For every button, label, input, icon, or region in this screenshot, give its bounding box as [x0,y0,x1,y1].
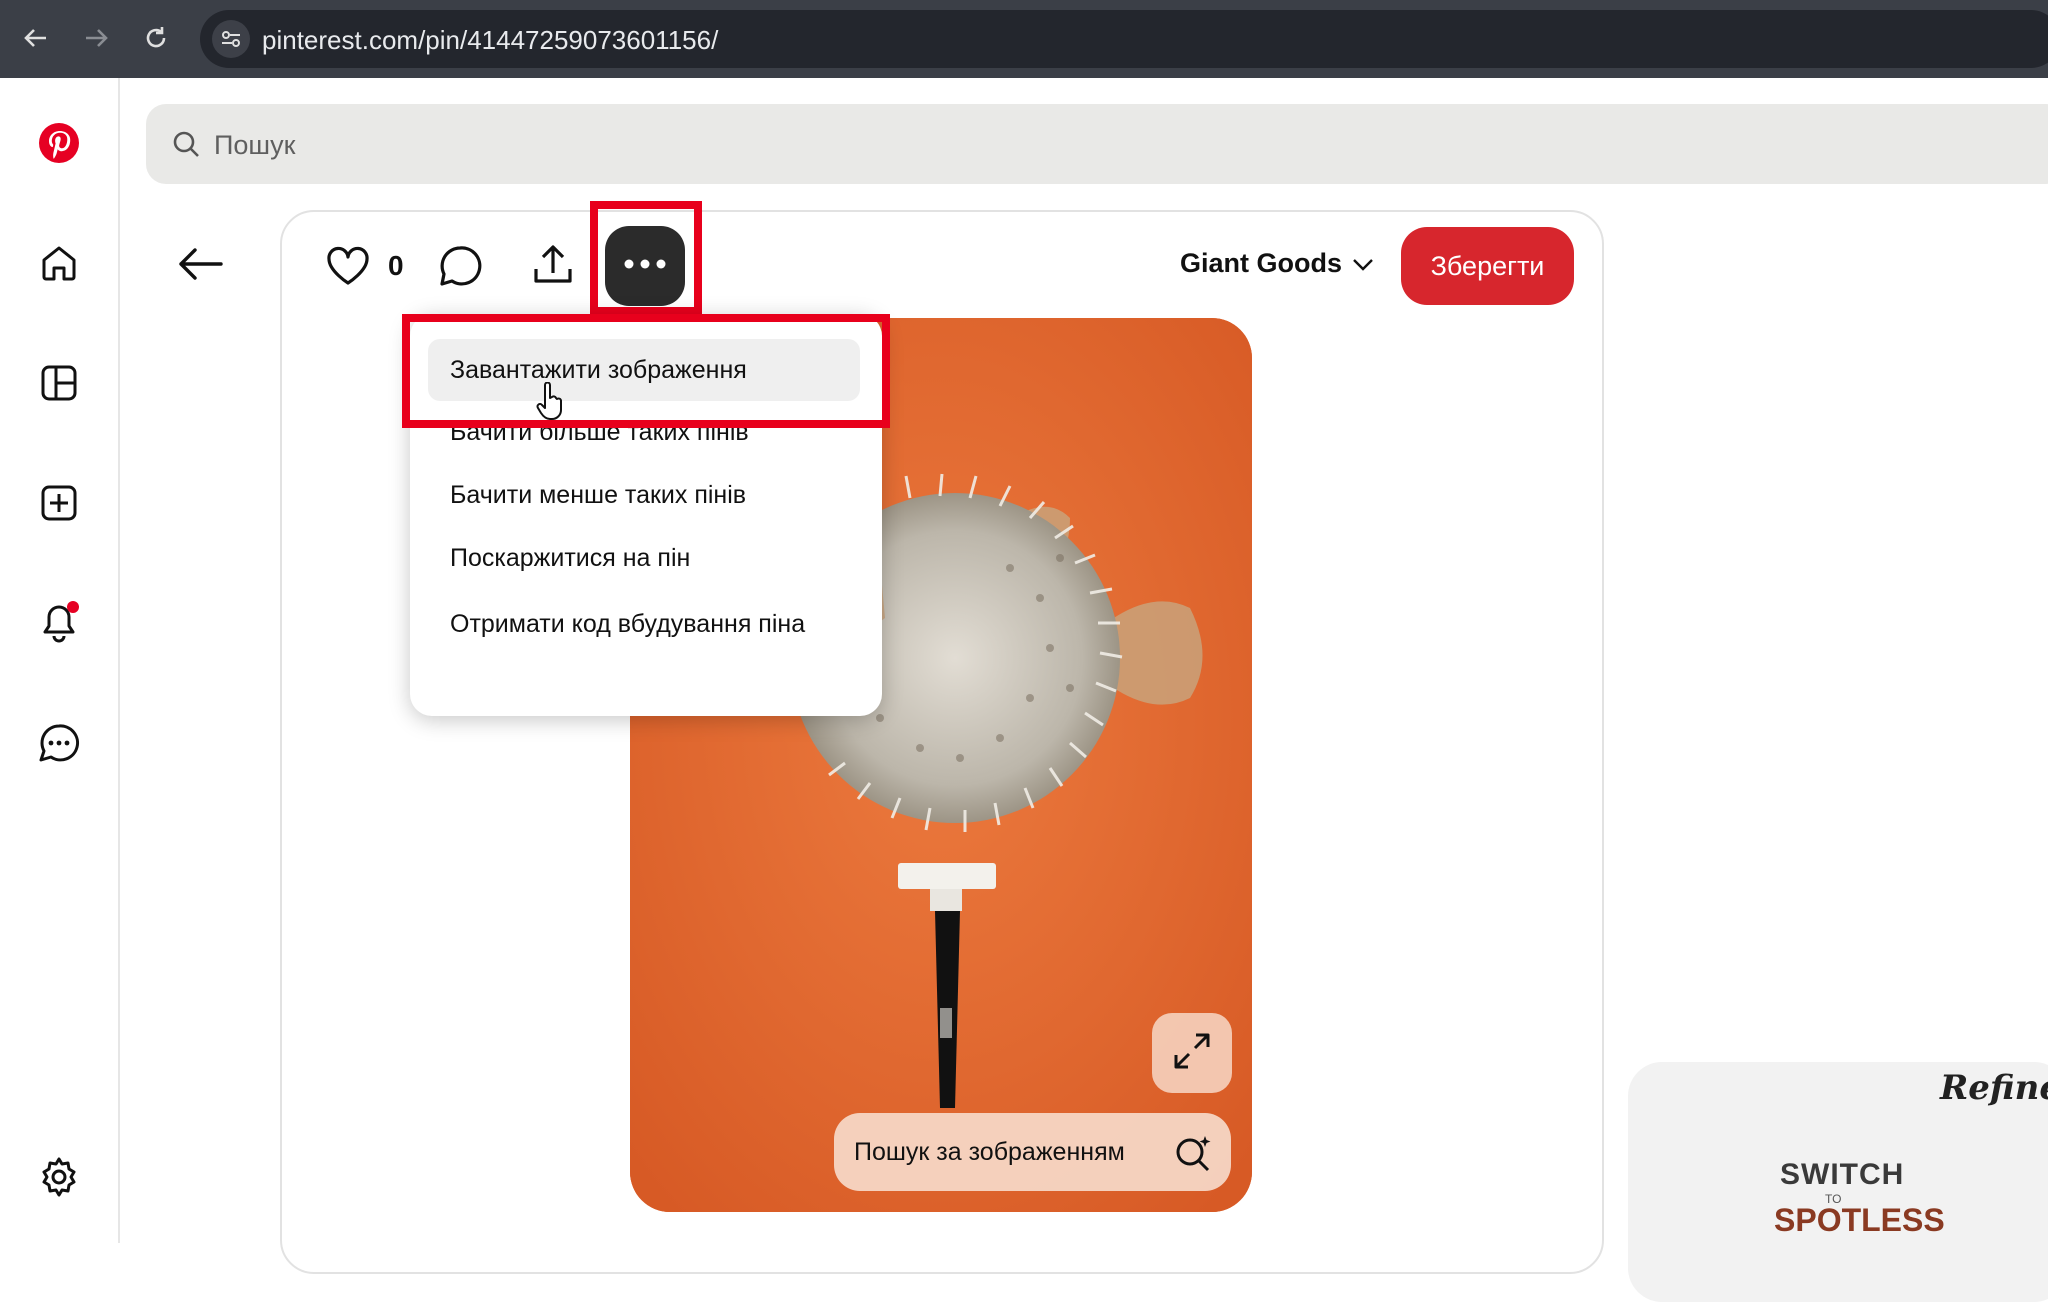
home-icon[interactable] [34,238,84,288]
left-sidebar [0,78,120,1243]
visual-search-label: Пошук за зображенням [854,1137,1125,1166]
save-button[interactable]: Зберегти [1401,227,1574,305]
visual-search-icon [1173,1132,1213,1179]
reload-icon[interactable] [138,20,174,56]
messages-icon[interactable] [34,718,84,768]
search-bar[interactable] [146,104,2048,184]
chevron-down-icon [1352,248,1374,279]
ad-brand: Refine [1940,1068,2048,1108]
arrow-left-icon[interactable] [170,236,230,292]
comment-icon[interactable] [434,240,486,292]
highlight-download-item [402,314,890,428]
browser-toolbar: pinterest.com/pin/414472590736011​56/ [0,0,2048,78]
forward-icon[interactable] [78,20,114,56]
menu-item-see-less[interactable]: Бачити менше таких пінів [428,477,860,513]
hand-cursor-icon [536,381,566,427]
back-icon[interactable] [18,20,54,56]
highlight-more-button [590,201,702,315]
heart-icon[interactable] [322,240,374,292]
board-name: Giant Goods [1180,248,1342,278]
explore-icon[interactable] [34,358,84,408]
share-icon[interactable] [526,238,580,292]
address-bar[interactable]: pinterest.com/pin/414472590736011​56/ [200,10,2048,68]
expand-icon [1172,1031,1212,1076]
settings-icon[interactable] [34,1152,84,1202]
board-selector[interactable]: Giant Goods [1180,248,1374,279]
menu-item-report[interactable]: Поскаржитися на пін [428,540,860,576]
like-count: 0 [388,250,404,281]
pinterest-logo[interactable] [34,118,84,168]
ad-card[interactable]: Refine SWITCH TO SPOTLESS [1628,1062,2048,1302]
search-icon [172,130,200,163]
notifications-icon[interactable] [34,598,84,648]
create-icon[interactable] [34,478,84,528]
search-input[interactable] [212,124,816,166]
menu-item-embed-code[interactable]: Отримати код вбудування піна [428,606,828,642]
ad-highlight: SPOTLESS [1774,1202,1945,1238]
site-settings-icon[interactable] [212,20,250,58]
visual-search-button[interactable]: Пошук за зображенням [834,1113,1231,1191]
ad-headline: SWITCH [1780,1158,1905,1191]
url-text[interactable]: pinterest.com/pin/414472590736011​56/ [262,25,718,56]
expand-button[interactable] [1152,1013,1232,1093]
